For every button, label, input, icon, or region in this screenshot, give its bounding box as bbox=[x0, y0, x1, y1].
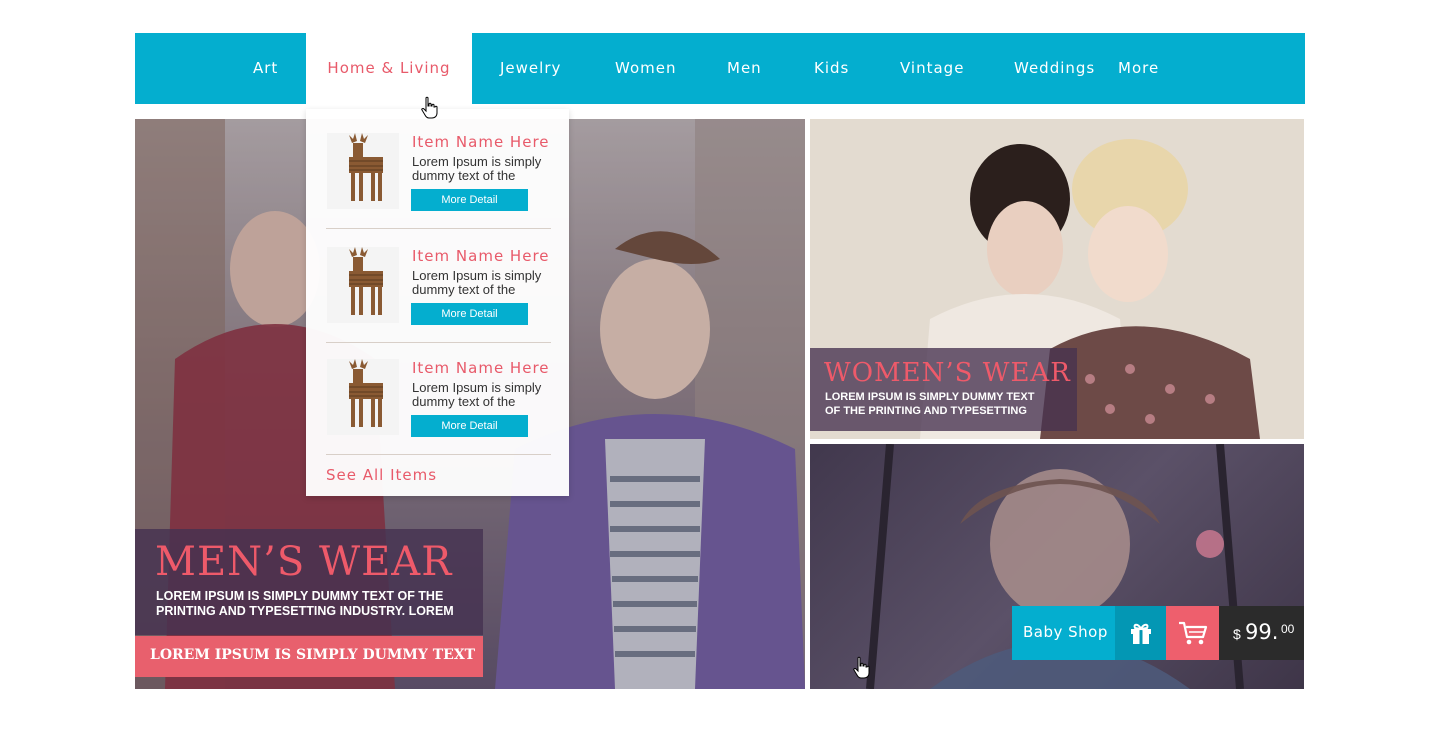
gift-button[interactable] bbox=[1115, 606, 1166, 660]
womens-wear-panel[interactable]: WOMEN’S WEAR LOREM IPSUM IS SIMPLY DUMMY… bbox=[810, 119, 1304, 439]
nav-item-kids[interactable]: Kids bbox=[814, 33, 849, 104]
baby-shop-label: Baby Shop bbox=[1023, 623, 1108, 641]
nav-item-more[interactable]: More bbox=[1118, 33, 1159, 104]
gift-icon bbox=[1131, 623, 1151, 644]
price-box: $ 99. 00 bbox=[1219, 606, 1304, 660]
dropdown-item-name[interactable]: Item Name Here bbox=[412, 247, 550, 265]
divider bbox=[326, 228, 551, 229]
nav-item-women[interactable]: Women bbox=[615, 33, 676, 104]
dropdown-item-desc: Lorem Ipsum is simply dummy text of the bbox=[412, 381, 542, 409]
baby-shop-button[interactable]: Baby Shop bbox=[1012, 606, 1115, 660]
mens-wear-subtitle-2: PRINTING AND TYPESETTING INDUSTRY. LOREM bbox=[156, 604, 454, 618]
more-detail-button[interactable]: More Detail bbox=[411, 189, 528, 211]
dropdown-item[interactable]: Item Name Here Lorem Ipsum is simply dum… bbox=[326, 133, 552, 233]
mens-wear-banner-text: LOREM IPSUM IS SIMPLY DUMMY TEXT bbox=[150, 647, 476, 663]
dropdown-item-desc: Lorem Ipsum is simply dummy text of the bbox=[412, 155, 542, 183]
dropdown-item-name[interactable]: Item Name Here bbox=[412, 359, 550, 377]
mens-wear-subtitle-1: LOREM IPSUM IS SIMPLY DUMMY TEXT OF THE bbox=[156, 589, 444, 603]
nav-item-weddings[interactable]: Weddings bbox=[1014, 33, 1095, 104]
see-all-items-link[interactable]: See All Items bbox=[326, 466, 437, 484]
dropdown-item-desc: Lorem Ipsum is simply dummy text of the bbox=[412, 269, 542, 297]
nav-item-jewelry[interactable]: Jewelry bbox=[500, 33, 561, 104]
deer-figurine-thumbnail bbox=[327, 133, 399, 209]
more-detail-button[interactable]: More Detail bbox=[411, 303, 528, 325]
cart-icon bbox=[1179, 621, 1208, 645]
price-cents: 00 bbox=[1281, 622, 1295, 636]
womens-wear-subtitle-2: OF THE PRINTING AND TYPESETTING bbox=[825, 405, 1027, 417]
add-to-cart-button[interactable] bbox=[1166, 606, 1219, 660]
main-nav: Art Home & Living Jewelry Women Men Kids… bbox=[135, 33, 1305, 109]
nav-item-vintage[interactable]: Vintage bbox=[900, 33, 964, 104]
pointer-cursor-icon bbox=[853, 656, 870, 679]
dropdown-item[interactable]: Item Name Here Lorem Ipsum is simply dum… bbox=[326, 247, 552, 347]
dropdown-item[interactable]: Item Name Here Lorem Ipsum is simply dum… bbox=[326, 359, 552, 459]
deer-figurine-thumbnail bbox=[327, 359, 399, 435]
nav-item-home-living[interactable]: Home & Living bbox=[306, 33, 472, 109]
mens-wear-caption: MEN’S WEAR LOREM IPSUM IS SIMPLY DUMMY T… bbox=[135, 529, 483, 635]
womens-wear-title: WOMEN’S WEAR bbox=[824, 358, 1071, 388]
nav-item-art[interactable]: Art bbox=[253, 33, 278, 104]
home-living-dropdown: Item Name Here Lorem Ipsum is simply dum… bbox=[306, 109, 569, 496]
price-main: 99. bbox=[1245, 620, 1279, 644]
pointer-cursor-icon bbox=[421, 96, 438, 119]
dropdown-item-name[interactable]: Item Name Here bbox=[412, 133, 550, 151]
price-currency: $ bbox=[1233, 626, 1241, 642]
divider bbox=[326, 342, 551, 343]
more-detail-button[interactable]: More Detail bbox=[411, 415, 528, 437]
mens-wear-title: MEN’S WEAR bbox=[155, 539, 453, 585]
womens-wear-caption: WOMEN’S WEAR LOREM IPSUM IS SIMPLY DUMMY… bbox=[810, 348, 1077, 431]
deer-figurine-thumbnail bbox=[327, 247, 399, 323]
nav-item-men[interactable]: Men bbox=[727, 33, 762, 104]
womens-wear-subtitle-1: LOREM IPSUM IS SIMPLY DUMMY TEXT bbox=[825, 391, 1035, 403]
divider bbox=[326, 454, 551, 455]
mens-wear-banner[interactable]: LOREM IPSUM IS SIMPLY DUMMY TEXT bbox=[135, 636, 483, 677]
